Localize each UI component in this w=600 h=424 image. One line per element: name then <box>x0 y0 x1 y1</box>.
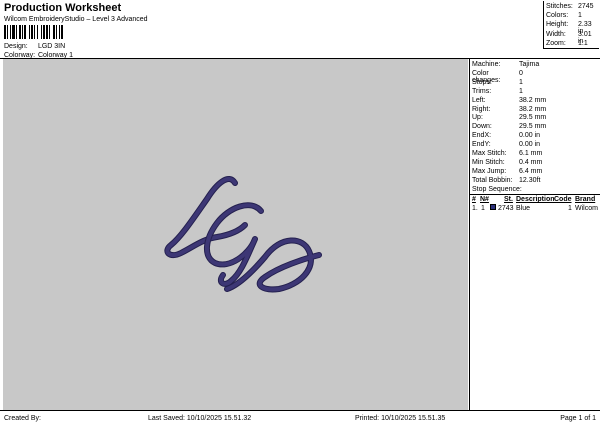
machine-info-row: Right: 38.2 mm <box>472 106 546 113</box>
machine-info-value: 0.00 in <box>519 132 541 140</box>
page-footer: Created By: Last Saved: 10/10/2025 15.51… <box>0 410 600 424</box>
machine-info-panel: Machine: Tajima Color changes: 0 Stops: 1 Trim… <box>469 59 600 410</box>
row-index: 1. <box>472 205 478 212</box>
row-code: 1 <box>568 205 572 212</box>
machine-info-row: EndX: 0.00 in <box>472 132 540 139</box>
stop-sequence-divider <box>470 194 600 195</box>
machine-info-value: 1 <box>519 87 523 95</box>
machine-info-label: EndX: <box>472 132 492 140</box>
row-brand: Wilcom <box>575 205 598 212</box>
machine-info-row: EndY: 0.00 in <box>472 141 540 148</box>
machine-info-row: Left: 38.2 mm <box>472 97 546 104</box>
machine-info-row: Machine: Tajima <box>472 61 539 68</box>
row-needle: 1 <box>481 205 485 212</box>
machine-info-label: Max Stitch: <box>472 150 507 157</box>
stat-zoom: Zoom: 1:1 <box>546 39 588 47</box>
machine-info-label: Machine: <box>472 61 501 68</box>
row-stitches: 2743 <box>498 205 514 212</box>
machine-info-label: Min Stitch: <box>472 158 505 166</box>
machine-info-label: Right: <box>472 105 491 113</box>
col-needle: N# <box>480 196 489 203</box>
col-brand: Brand <box>575 196 596 203</box>
page-number: Page 1 of 1 <box>560 415 596 422</box>
machine-info-value: 29.5 mm <box>519 114 547 122</box>
machine-info-value: 38.2 mm <box>519 96 547 104</box>
design-label: Design: <box>4 43 28 50</box>
stop-sequence-title: Stop Sequence: <box>472 186 522 193</box>
software-subtitle: Wilcom EmbroideryStudio – Level 3 Advanc… <box>4 16 148 23</box>
machine-info-value: 6.1 mm <box>519 150 543 157</box>
machine-info-label: Stops: <box>472 78 492 86</box>
machine-info-label: EndY: <box>472 141 491 149</box>
page-title: Production Worksheet <box>4 2 122 14</box>
machine-info-value: 29.5 mm <box>519 123 547 131</box>
design-row: Design: LGD 3IN <box>4 43 65 50</box>
machine-info-row: Min Stitch: 0.4 mm <box>472 159 542 166</box>
machine-info-label: Trims: <box>472 87 492 95</box>
machine-info-row: Max Stitch: 6.1 mm <box>472 150 542 157</box>
col-stitches: St. <box>504 196 513 203</box>
production-worksheet: Production Worksheet Wilcom EmbroiderySt… <box>0 0 600 424</box>
stats-box: Stitches: 2745 Colors: 1 Height: 2.33 in Wi… <box>543 1 599 49</box>
machine-info-row: Total Bobbin: 12.30ft <box>472 177 540 184</box>
design-preview <box>3 59 468 410</box>
machine-info-value: Tajima <box>519 61 540 68</box>
col-index: # <box>472 196 476 203</box>
printed-date: Printed: 10/10/2025 15.51.35 <box>355 415 446 422</box>
machine-info-label: Max Jump: <box>472 167 507 175</box>
col-code: Code <box>554 196 572 203</box>
machine-info-label: Total Bobbin: <box>472 176 513 184</box>
machine-info-row: Trims: 1 <box>472 88 523 95</box>
created-by: Created By: <box>4 415 41 422</box>
machine-info-value: 12.30ft <box>519 176 541 184</box>
machine-info-row: Down: 29.5 mm <box>472 123 546 130</box>
machine-info-row: Max Jump: 6.4 mm <box>472 168 542 175</box>
machine-info-value: 6.4 mm <box>519 167 543 175</box>
stat-colors: Colors: 1 <box>546 12 582 20</box>
machine-info-value: 0.4 mm <box>519 158 543 166</box>
col-description: Description <box>516 196 555 203</box>
thread-color-swatch <box>490 204 496 210</box>
machine-info-row: Up: 29.5 mm <box>472 114 546 121</box>
machine-info-value: 38.2 mm <box>519 105 547 113</box>
barcode <box>4 25 63 39</box>
machine-info-value: 1 <box>519 78 523 86</box>
stat-width: Width: 3.01 in <box>546 30 592 45</box>
design-value: LGD 3IN <box>37 43 66 50</box>
machine-info-label: Up: <box>472 114 483 122</box>
machine-info-value: 0.00 in <box>519 141 541 149</box>
last-saved: Last Saved: 10/10/2025 15.51.32 <box>148 415 252 422</box>
row-description: Blue <box>516 205 531 212</box>
machine-info-label: Left: <box>472 96 486 104</box>
machine-info-label: Down: <box>472 123 492 131</box>
stat-height: Height: 2.33 in <box>546 21 592 36</box>
monogram-artwork <box>164 176 322 293</box>
machine-info-row: Stops: 1 <box>472 79 523 86</box>
stat-stitches: Stitches: 2745 <box>546 3 594 10</box>
